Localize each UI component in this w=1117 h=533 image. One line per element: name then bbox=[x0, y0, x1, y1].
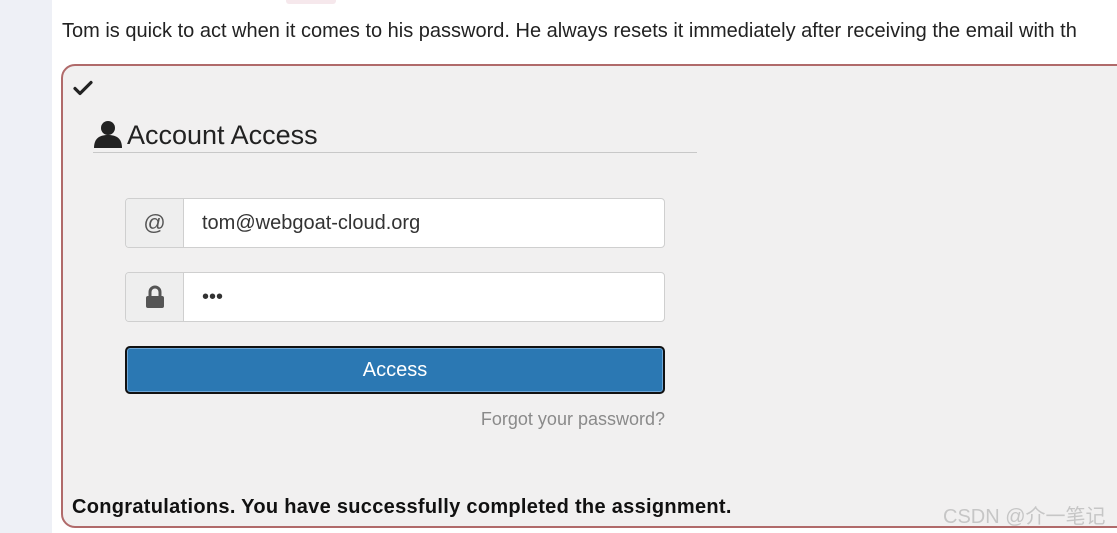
email-field[interactable]: @ tom@webgoat-cloud.org bbox=[125, 198, 665, 248]
page-title: Account Access bbox=[127, 120, 318, 150]
assignment-description: Tom is quick to act when it comes to his… bbox=[62, 20, 1077, 42]
access-button[interactable]: Access bbox=[125, 346, 665, 394]
password-input[interactable]: ••• bbox=[202, 286, 223, 309]
user-icon bbox=[94, 121, 122, 148]
at-sign-addon: @ bbox=[126, 199, 184, 247]
password-field[interactable]: ••• bbox=[125, 272, 665, 322]
checkmark-icon bbox=[73, 80, 93, 96]
success-message: Congratulations. You have successfully c… bbox=[72, 496, 732, 518]
top-tab-edge bbox=[286, 0, 336, 4]
left-sidebar-strip bbox=[0, 0, 52, 533]
lock-addon bbox=[126, 273, 184, 321]
forgot-password-link[interactable]: Forgot your password? bbox=[125, 409, 665, 430]
account-access-heading: Account Access bbox=[93, 118, 697, 153]
lock-icon bbox=[145, 285, 164, 308]
watermark: CSDN @介一笔记 bbox=[943, 506, 1106, 528]
email-input[interactable]: tom@webgoat-cloud.org bbox=[202, 212, 420, 235]
account-access-panel: Account Access @ tom@webgoat-cloud.org •… bbox=[61, 64, 1117, 528]
